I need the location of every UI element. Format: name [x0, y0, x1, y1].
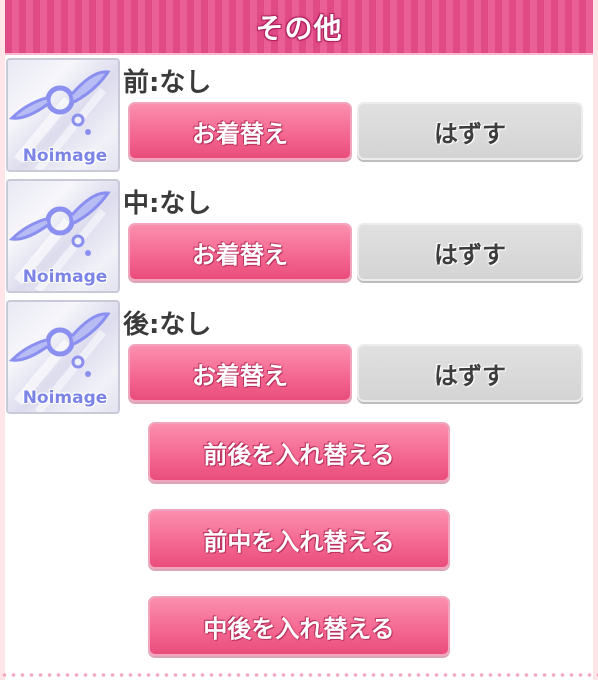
- slot-label-middle: 中:なし: [123, 189, 212, 219]
- section-title: その他: [255, 11, 343, 45]
- swap-front-middle-button[interactable]: 前中を入れ替える: [148, 509, 450, 569]
- section-header: その他: [5, 0, 593, 55]
- slot-label-front: 前:なし: [123, 68, 212, 98]
- slot-front: Noimage 前:なし お着替え はずす: [5, 58, 593, 176]
- no-image-text: Noimage: [22, 388, 108, 408]
- remove-button-back[interactable]: はずす: [357, 344, 583, 402]
- slot-back: Noimage 後:なし お着替え はずす: [5, 300, 593, 418]
- no-image-placeholder-icon: Noimage: [6, 58, 120, 172]
- change-outfit-button-middle[interactable]: お着替え: [128, 223, 352, 281]
- dotted-divider: [0, 672, 598, 678]
- no-image-text: Noimage: [22, 146, 108, 166]
- remove-button-front[interactable]: はずす: [357, 102, 583, 160]
- change-outfit-button-back[interactable]: お着替え: [128, 344, 352, 402]
- swap-middle-back-button[interactable]: 中後を入れ替える: [148, 596, 450, 656]
- slot-middle: Noimage 中:なし お着替え はずす: [5, 179, 593, 297]
- remove-button-middle[interactable]: はずす: [357, 223, 583, 281]
- no-image-placeholder-icon: Noimage: [6, 300, 120, 414]
- change-outfit-button-front[interactable]: お着替え: [128, 102, 352, 160]
- no-image-text: Noimage: [22, 267, 108, 287]
- swap-front-back-button[interactable]: 前後を入れ替える: [148, 422, 450, 482]
- no-image-placeholder-icon: Noimage: [6, 179, 120, 293]
- slot-label-back: 後:なし: [123, 310, 212, 340]
- outfit-panel: その他 Noimage 前:なし お着替え はずす Noimage 中:なし お…: [5, 0, 593, 680]
